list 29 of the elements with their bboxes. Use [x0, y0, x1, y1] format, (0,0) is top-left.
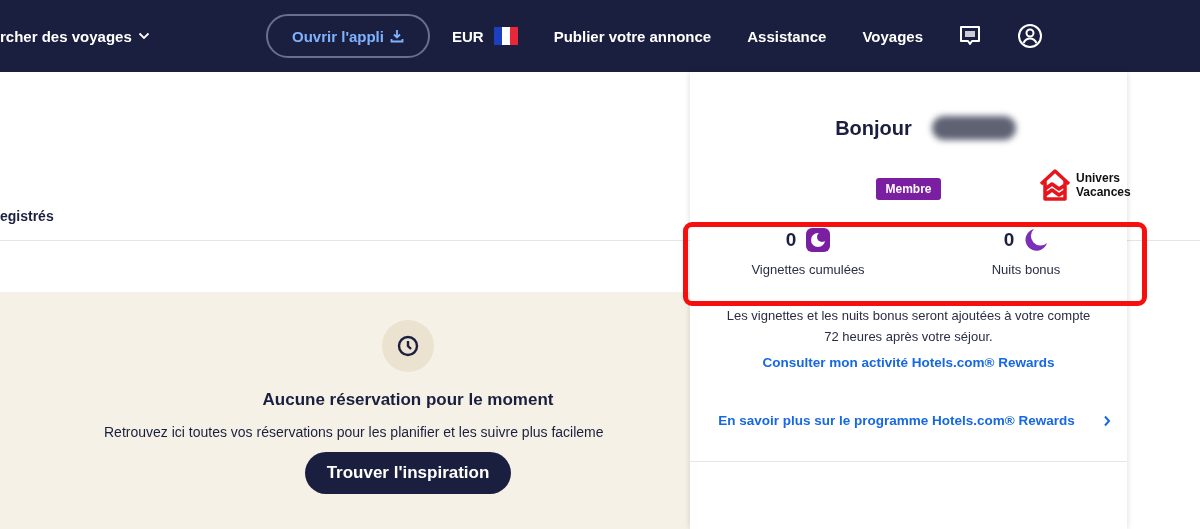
moon-icon — [1024, 228, 1049, 252]
program-link[interactable]: En savoir plus sur le programme Hotels.com® Rewards — [716, 410, 1077, 431]
house-logo-icon — [1038, 168, 1072, 202]
rewards-note: Les vignettes et les nuits bonus seront ajoutées à votre compte 72 heures après votre séjour. — [725, 307, 1092, 346]
stat-label: Nuits bonus — [991, 262, 1061, 277]
greeting: Bonjour — [835, 116, 912, 140]
open-app-button[interactable]: Ouvrir l'appli — [266, 14, 430, 58]
member-badge: Membre — [876, 178, 941, 200]
stat-value: 0 — [785, 229, 797, 251]
activity-link[interactable]: Consulter mon activité Hotels.com® Rewards — [762, 355, 1055, 370]
chevron-right-icon — [1102, 414, 1111, 427]
chevron-down-icon — [137, 32, 150, 40]
currency-selector[interactable]: EUR — [452, 27, 518, 45]
stamp-icon — [806, 228, 831, 252]
empty-title: Aucune réservation pour le moment — [262, 390, 554, 410]
nav-link[interactable]: Assistance — [747, 27, 827, 45]
nav-link[interactable]: Publier votre annonce — [553, 27, 712, 45]
find-inspiration-button[interactable]: Trouver l'inspiration — [304, 452, 512, 494]
stat-label: Vignettes cumulées — [751, 262, 865, 277]
search-trips-menu[interactable]: rcher des voyages — [0, 27, 266, 45]
tab-label[interactable]: egistrés — [0, 208, 54, 240]
stat-value: 0 — [1003, 229, 1015, 251]
download-icon — [389, 29, 404, 43]
clock-icon — [382, 320, 434, 372]
logo-text: Univers Vacances — [1076, 171, 1131, 199]
empty-description: Retrouvez ici toutes vos réservations pour les planifier et les suivre plus facileme — [104, 424, 604, 440]
nav-link[interactable]: Voyages — [862, 27, 924, 45]
account-icon[interactable] — [1017, 23, 1044, 49]
flag-icon — [493, 27, 518, 45]
